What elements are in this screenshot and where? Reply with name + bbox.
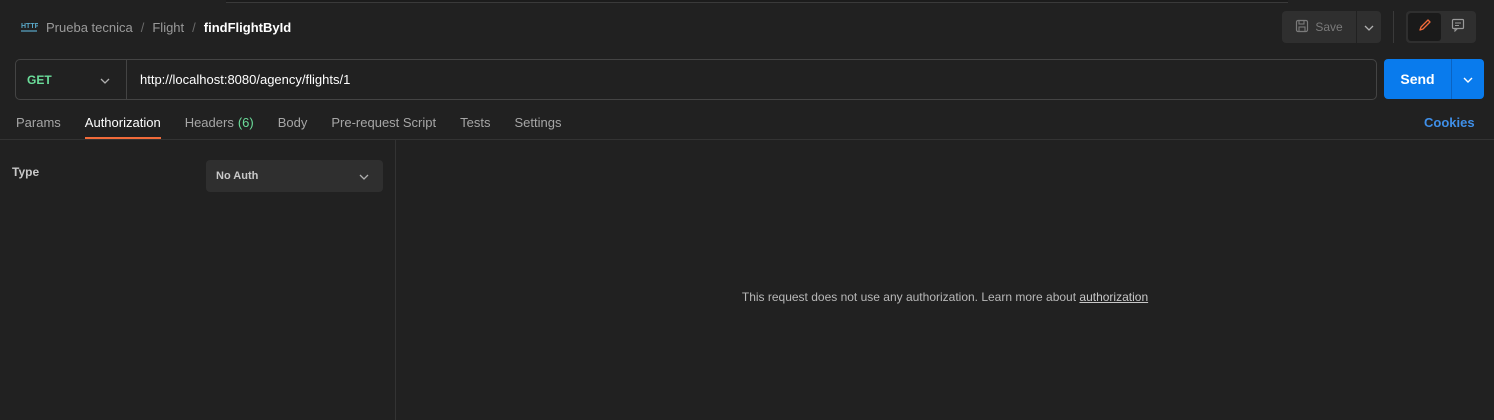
auth-type-select[interactable]: No Auth xyxy=(206,160,383,192)
tab-pre-request-script[interactable]: Pre-request Script xyxy=(331,109,436,139)
headers-count-badge: (6) xyxy=(237,115,254,130)
save-button[interactable]: Save xyxy=(1282,11,1356,43)
request-url-bar: GET xyxy=(15,59,1377,100)
tab-label: Settings xyxy=(514,115,562,130)
url-input[interactable] xyxy=(127,60,1376,99)
tab-label: Headers xyxy=(184,115,234,130)
tab-label: Pre-request Script xyxy=(331,115,437,130)
tab-authorization[interactable]: Authorization xyxy=(84,109,161,139)
tab-tests[interactable]: Tests xyxy=(460,109,490,139)
breadcrumb-item-collection[interactable]: Prueba tecnica xyxy=(46,20,133,35)
no-auth-message: This request does not use any authorizat… xyxy=(396,290,1494,304)
auth-settings-panel: Type No Auth xyxy=(0,140,396,420)
save-label: Save xyxy=(1315,20,1343,34)
save-options-button[interactable] xyxy=(1356,11,1381,43)
breadcrumb-separator: / xyxy=(140,19,145,35)
request-tabs: Params Authorization Headers (6) Body Pr… xyxy=(16,109,585,139)
app-root: HTTP Prueba tecnica / Flight / findFligh… xyxy=(0,0,1494,420)
breadcrumb-item-folder[interactable]: Flight xyxy=(152,20,184,35)
tab-label: Authorization xyxy=(84,115,161,130)
chevron-down-icon xyxy=(1463,70,1473,88)
pencil-icon xyxy=(1418,18,1432,37)
chevron-down-icon xyxy=(359,167,369,185)
comments-mode-button[interactable] xyxy=(1441,13,1474,41)
save-group: Save xyxy=(1282,11,1381,43)
tab-label: Params xyxy=(16,115,61,130)
authorization-docs-link[interactable]: authorization xyxy=(1079,290,1148,304)
tab-settings[interactable]: Settings xyxy=(514,109,561,139)
tab-label: Tests xyxy=(460,115,491,130)
toolbar-divider xyxy=(1393,11,1394,43)
auth-type-value: No Auth xyxy=(216,170,259,182)
view-mode-toggle xyxy=(1406,11,1476,43)
method-select[interactable]: GET xyxy=(16,60,127,99)
send-button[interactable]: Send xyxy=(1384,59,1451,99)
send-group: Send xyxy=(1384,59,1484,99)
svg-text:HTTP: HTTP xyxy=(21,23,38,30)
tab-body[interactable]: Body xyxy=(278,109,308,139)
tab-headers[interactable]: Headers (6) xyxy=(185,109,254,139)
cookies-link[interactable]: Cookies xyxy=(1424,115,1475,130)
auth-type-label: Type xyxy=(12,165,40,179)
no-auth-message-text: This request does not use any authorizat… xyxy=(741,290,1080,304)
breadcrumb: HTTP Prueba tecnica / Flight / findFligh… xyxy=(20,15,291,39)
chevron-down-icon xyxy=(1364,18,1374,36)
method-label: GET xyxy=(27,72,52,87)
request-name[interactable]: findFlightById xyxy=(204,20,291,35)
top-strip xyxy=(226,0,1288,3)
edit-mode-button[interactable] xyxy=(1408,13,1441,41)
chevron-down-icon xyxy=(100,71,110,89)
tab-label: Body xyxy=(277,115,308,130)
comment-icon xyxy=(1451,18,1465,37)
tab-params[interactable]: Params xyxy=(16,109,61,139)
send-options-button[interactable] xyxy=(1451,59,1484,99)
breadcrumb-separator: / xyxy=(192,19,196,35)
http-icon: HTTP xyxy=(20,19,38,35)
save-icon xyxy=(1295,19,1309,36)
